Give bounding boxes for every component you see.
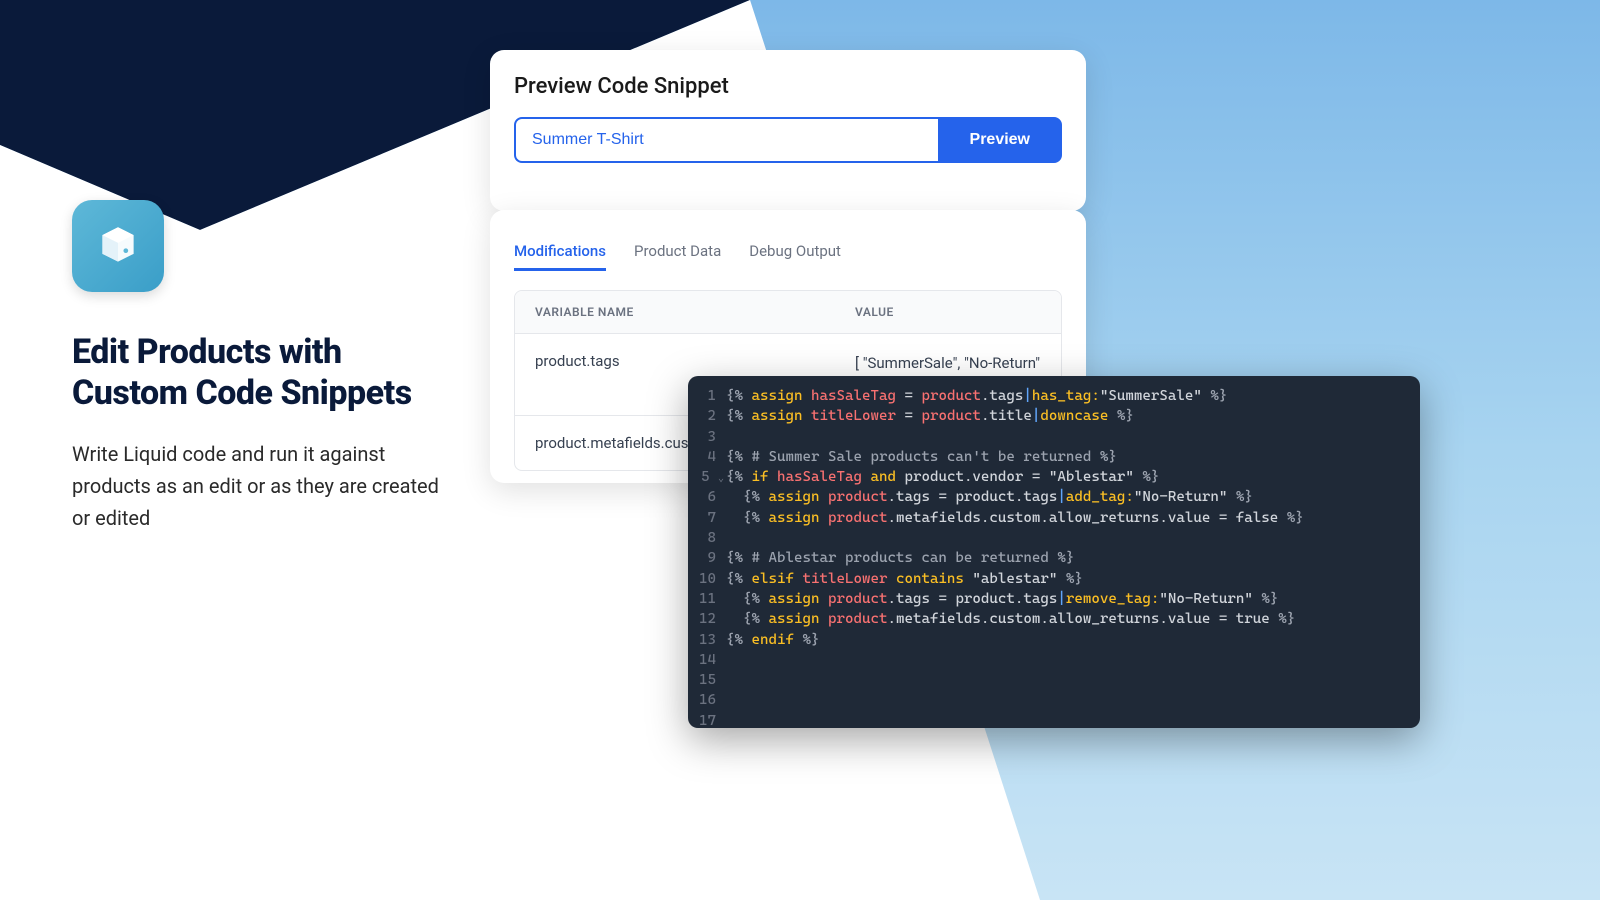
- col-header-value: Value: [855, 305, 1041, 319]
- code-line: 10{% elsif titleLower contains "ablestar…: [688, 569, 1420, 589]
- app-icon: [72, 200, 164, 292]
- left-panel: Edit Products with Custom Code Snippets …: [72, 200, 452, 534]
- line-number: 13: [688, 630, 726, 650]
- line-number: 16: [688, 690, 726, 710]
- line-number: 9: [688, 548, 726, 568]
- line-number: 15: [688, 670, 726, 690]
- line-number: 4: [688, 447, 726, 467]
- line-number: 7: [688, 508, 726, 528]
- fold-chevron-icon[interactable]: ⌄: [718, 473, 724, 484]
- subheading: Write Liquid code and run it against pro…: [72, 438, 452, 534]
- line-content: [726, 711, 1420, 728]
- code-line: 5 ⌄{% if hasSaleTag and product.vendor =…: [688, 467, 1420, 487]
- code-line: 6 {% assign product.tags = product.tags|…: [688, 487, 1420, 507]
- col-header-name: Variable Name: [535, 305, 855, 319]
- code-line: 3: [688, 427, 1420, 447]
- line-number: 12: [688, 609, 726, 629]
- code-line: 7 {% assign product.metafields.custom.al…: [688, 508, 1420, 528]
- preview-title: Preview Code Snippet: [514, 74, 1062, 99]
- code-editor[interactable]: 1{% assign hasSaleTag = product.tags|has…: [688, 376, 1420, 728]
- line-content: [726, 528, 1420, 548]
- line-number: 1: [688, 386, 726, 406]
- line-content: {% assign product.metafields.custom.allo…: [726, 609, 1420, 629]
- line-number: 11: [688, 589, 726, 609]
- line-number: 2: [688, 406, 726, 426]
- line-content: {% assign product.metafields.custom.allo…: [726, 508, 1420, 528]
- box-icon: [93, 221, 143, 271]
- code-line: 14: [688, 650, 1420, 670]
- line-content: {% assign hasSaleTag = product.tags|has_…: [726, 386, 1420, 406]
- line-content: {% assign product.tags = product.tags|ad…: [726, 487, 1420, 507]
- heading: Edit Products with Custom Code Snippets: [72, 332, 452, 414]
- line-number: 8: [688, 528, 726, 548]
- code-line: 9{% # Ablestar products can be returned …: [688, 548, 1420, 568]
- tabs: Modifications Product Data Debug Output: [514, 234, 1062, 272]
- code-line: 2{% assign titleLower = product.title|do…: [688, 406, 1420, 426]
- line-number: 17: [688, 711, 726, 728]
- code-line: 17: [688, 711, 1420, 728]
- line-content: [726, 690, 1420, 710]
- tab-product-data[interactable]: Product Data: [634, 234, 721, 271]
- line-number: 10: [688, 569, 726, 589]
- code-line: 4{% # Summer Sale products can't be retu…: [688, 447, 1420, 467]
- line-number: 3: [688, 427, 726, 447]
- line-content: {% elsif titleLower contains "ablestar" …: [726, 569, 1420, 589]
- code-line: 12 {% assign product.metafields.custom.a…: [688, 609, 1420, 629]
- code-line: 13{% endif %}: [688, 630, 1420, 650]
- line-content: {% # Summer Sale products can't be retur…: [726, 447, 1420, 467]
- line-number: 5 ⌄: [688, 467, 726, 487]
- line-content: [726, 427, 1420, 447]
- code-line: 15: [688, 670, 1420, 690]
- tab-debug-output[interactable]: Debug Output: [749, 234, 841, 271]
- preview-card: Preview Code Snippet Preview: [490, 50, 1086, 211]
- line-content: {% if hasSaleTag and product.vendor = "A…: [726, 467, 1420, 487]
- preview-input-row: Preview: [514, 117, 1062, 163]
- line-content: [726, 650, 1420, 670]
- code-line: 16: [688, 690, 1420, 710]
- product-input[interactable]: [514, 117, 938, 163]
- table-header: Variable Name Value: [515, 291, 1061, 333]
- line-content: {% # Ablestar products can be returned %…: [726, 548, 1420, 568]
- line-content: {% assign product.tags = product.tags|re…: [726, 589, 1420, 609]
- preview-button[interactable]: Preview: [938, 117, 1062, 163]
- line-content: {% assign titleLower = product.title|dow…: [726, 406, 1420, 426]
- code-line: 8: [688, 528, 1420, 548]
- code-line: 1{% assign hasSaleTag = product.tags|has…: [688, 386, 1420, 406]
- line-content: [726, 670, 1420, 690]
- line-content: {% endif %}: [726, 630, 1420, 650]
- code-line: 11 {% assign product.tags = product.tags…: [688, 589, 1420, 609]
- tab-modifications[interactable]: Modifications: [514, 234, 606, 271]
- line-number: 14: [688, 650, 726, 670]
- line-number: 6: [688, 487, 726, 507]
